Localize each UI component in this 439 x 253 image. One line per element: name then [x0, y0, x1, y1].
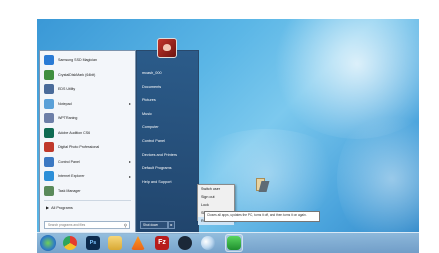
- start-menu-item-label: Samsung SSD Magician: [58, 58, 97, 63]
- desktop-shortcut-icon[interactable]: [254, 178, 270, 194]
- shutdown-label: Shut down: [143, 223, 159, 227]
- power-menu-item[interactable]: Lock: [198, 201, 234, 209]
- start-orb-icon[interactable]: [40, 235, 56, 251]
- power-menu-item[interactable]: Switch user: [198, 185, 234, 193]
- start-menu-item[interactable]: EDS Utility: [40, 82, 135, 97]
- start-menu-link[interactable]: Pictures: [139, 94, 197, 108]
- start-menu-item-label: Digital Photo Professional: [58, 145, 100, 150]
- restart-tooltip: Closes all apps, updates the PC, turns i…: [204, 211, 320, 222]
- wpt-icon: [44, 113, 54, 124]
- start-menu-item-label: Adobe Audition CS6: [58, 130, 91, 135]
- start-menu-item[interactable]: Notepad ▸: [40, 97, 135, 112]
- green-app-icon[interactable]: [227, 236, 241, 250]
- start-menu-item[interactable]: Task Manager: [40, 184, 135, 199]
- start-menu-link[interactable]: Computer: [139, 121, 197, 135]
- start-menu-item[interactable]: Adobe Audition CS6: [40, 126, 135, 141]
- start-menu-link[interactable]: Devices and Printers: [139, 149, 197, 163]
- adobe-audition-icon: [44, 127, 54, 138]
- start-menu-item-label: Task Manager: [58, 188, 81, 193]
- start-menu-item-label: Notepad: [58, 101, 72, 106]
- start-menu-link[interactable]: mcash_000: [139, 67, 197, 81]
- desktop-screen: Samsung SSD Magician CrystalDiskMark (64b…: [37, 19, 419, 253]
- start-menu-item-label: Control Panel: [58, 159, 80, 164]
- start-menu-link[interactable]: Help and Support: [139, 176, 197, 190]
- all-programs-button[interactable]: ▶ All Programs: [40, 203, 135, 212]
- start-menu-item-label: EDS Utility: [58, 87, 76, 92]
- steam-icon[interactable]: [178, 236, 192, 250]
- tooltip-text: Closes all apps, updates the PC, turns i…: [207, 213, 307, 217]
- submenu-arrow-icon[interactable]: ▸: [129, 101, 131, 106]
- start-menu-left-pane: Samsung SSD Magician CrystalDiskMark (64b…: [39, 50, 136, 234]
- start-menu-item[interactable]: Samsung SSD Magician: [40, 53, 135, 68]
- power-menu-item[interactable]: Sign out: [198, 193, 234, 201]
- start-menu-item-label: Internet Explorer: [58, 174, 85, 179]
- separator: [44, 200, 131, 201]
- filezilla-icon[interactable]: Fz: [155, 236, 169, 250]
- shutdown-button[interactable]: Shut down: [140, 221, 168, 229]
- start-menu-link[interactable]: Control Panel: [139, 135, 197, 149]
- search-input[interactable]: Search programs and files ⚲: [44, 221, 130, 229]
- notepad-icon: [44, 98, 54, 109]
- start-menu: Samsung SSD Magician CrystalDiskMark (64b…: [39, 38, 199, 234]
- pinned-programs-list: Samsung SSD Magician CrystalDiskMark (64b…: [40, 51, 135, 198]
- search-icon: ⚲: [123, 222, 127, 228]
- photoshop-icon[interactable]: Ps: [86, 236, 100, 250]
- taskbar: Ps Fz: [37, 232, 419, 253]
- start-menu-item[interactable]: WPTRaning: [40, 111, 135, 126]
- start-menu-link[interactable]: Documents: [139, 81, 197, 95]
- start-menu-link[interactable]: Default Programs: [139, 162, 197, 176]
- start-menu-item[interactable]: Digital Photo Professional: [40, 140, 135, 155]
- task-manager-icon: [44, 185, 54, 196]
- search-placeholder: Search programs and files: [48, 223, 86, 227]
- eds-utility-icon: [44, 84, 54, 95]
- start-menu-right-pane: mcash_000 Documents Pictures Music Computer C…: [136, 50, 199, 234]
- chrome-icon[interactable]: [63, 236, 77, 250]
- shutdown-options-arrow-icon[interactable]: ▸: [168, 221, 175, 229]
- all-programs-label: All Programs: [51, 205, 73, 210]
- moon-app-icon[interactable]: [201, 236, 215, 250]
- start-menu-item-label: CrystalDiskMark (64bit): [58, 72, 96, 77]
- start-menu-item[interactable]: Control Panel ▸: [40, 155, 135, 170]
- digital-photo-icon: [44, 142, 54, 153]
- internet-explorer-icon: [44, 171, 54, 182]
- start-menu-right-list: mcash_000 Documents Pictures Music Computer C…: [139, 67, 197, 189]
- samsung-ssd-icon: [44, 55, 54, 66]
- start-menu-item[interactable]: Internet Explorer ▸: [40, 169, 135, 184]
- vlc-icon[interactable]: [131, 236, 145, 250]
- all-programs-arrow-icon: ▶: [46, 205, 50, 210]
- submenu-arrow-icon[interactable]: ▸: [129, 159, 131, 164]
- user-avatar[interactable]: [157, 38, 177, 58]
- start-menu-item-label: WPTRaning: [58, 116, 78, 121]
- crystaldiskmark-icon: [44, 69, 54, 80]
- control-panel-icon: [44, 156, 54, 167]
- start-menu-item[interactable]: CrystalDiskMark (64bit): [40, 68, 135, 83]
- file-explorer-icon[interactable]: [108, 236, 122, 250]
- start-menu-link[interactable]: Music: [139, 108, 197, 122]
- submenu-arrow-icon[interactable]: ▸: [129, 174, 131, 179]
